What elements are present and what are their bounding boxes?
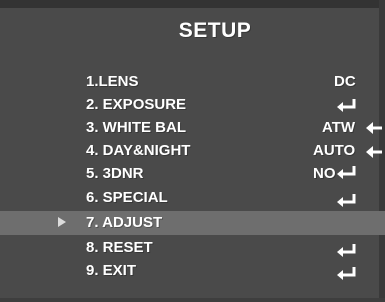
menu-item-value: AUTO <box>313 142 356 159</box>
menu-item-label: 5. 3DNR <box>86 165 144 182</box>
menu-item-adjust[interactable]: 7. ADJUST <box>0 211 385 235</box>
menu-item-label: 8. RESET <box>86 239 153 256</box>
osd-setup-menu: SETUP 1.LENS DC 2. EXPOSURE 3. WHITE BAL… <box>0 0 385 302</box>
menu-item-special[interactable]: 6. SPECIAL <box>0 186 385 210</box>
enter-icon <box>337 99 356 112</box>
menu-item-label: 1.LENS <box>86 73 139 90</box>
menu-item-label: 7. ADJUST <box>86 214 163 231</box>
menu-item-label: 4. DAY&NIGHT <box>86 142 191 159</box>
enter-icon <box>337 244 356 257</box>
menu-item-value: ATW <box>322 119 356 136</box>
enter-icon <box>337 194 356 207</box>
menu-item-exposure[interactable]: 2. EXPOSURE <box>0 93 385 117</box>
top-band <box>0 0 385 8</box>
menu-item-value: DC <box>334 73 356 90</box>
left-arrow-icon <box>366 122 382 134</box>
menu-item-lens[interactable]: 1.LENS DC <box>0 70 385 94</box>
menu-item-label: 9. EXIT <box>86 262 137 279</box>
enter-icon <box>337 166 356 179</box>
menu-item-exit[interactable]: 9. EXIT <box>0 259 385 283</box>
menu-item-white-bal[interactable]: 3. WHITE BAL ATW <box>0 116 385 140</box>
enter-icon <box>337 267 356 280</box>
menu-item-label: 2. EXPOSURE <box>86 96 187 113</box>
menu-item-label: 3. WHITE BAL <box>86 119 186 136</box>
menu-item-value: NO <box>313 165 336 182</box>
selection-cursor-icon <box>58 217 66 227</box>
left-arrow-icon <box>366 146 382 158</box>
menu-item-day-night[interactable]: 4. DAY&NIGHT AUTO <box>0 139 385 163</box>
menu-item-label: 6. SPECIAL <box>86 189 168 206</box>
menu-item-3dnr[interactable]: 5. 3DNR NO <box>0 162 385 186</box>
menu-title: SETUP <box>178 19 252 42</box>
menu-item-reset[interactable]: 8. RESET <box>0 236 385 260</box>
bottom-edge <box>0 298 385 302</box>
